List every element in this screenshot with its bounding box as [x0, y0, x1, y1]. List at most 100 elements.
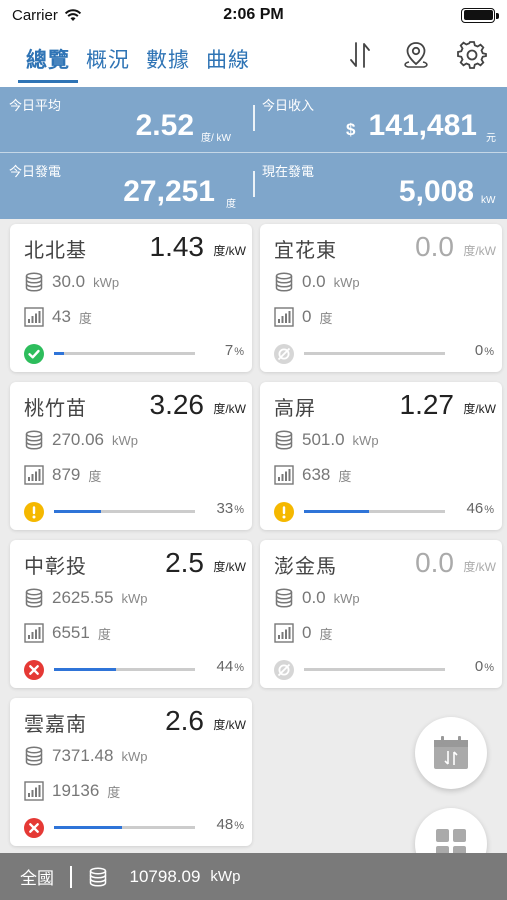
region-capacity-value: 0.0 [302, 272, 326, 291]
region-card[interactable]: 澎金馬 0.0 度/kW 0.0 kWp 0 度 0% [260, 540, 502, 688]
gear-icon[interactable] [455, 38, 489, 72]
tab-overview[interactable]: 總覽 [18, 39, 78, 83]
region-energy-unit: 度 [338, 468, 352, 484]
energy-chart-icon [274, 623, 294, 643]
region-energy: 43 度 [24, 307, 92, 327]
region-capacity-unit: kWp [112, 432, 138, 448]
region-percent: 0% [475, 658, 494, 675]
tab-status[interactable]: 概況 [78, 39, 138, 79]
region-progress-fill [54, 826, 122, 829]
percent-sign: % [484, 346, 494, 358]
battery-icon [461, 7, 499, 23]
region-energy: 6551 度 [24, 623, 111, 643]
capacity-icon [24, 430, 44, 450]
region-capacity: 2625.55 kWp [24, 588, 147, 608]
region-capacity-unit: kWp [93, 274, 120, 290]
summary-panel: 今日平均 2.52 度/ kW 今日收入 $ 141,481 元 今日發電 27… [0, 87, 507, 219]
region-progress-fill [54, 352, 64, 355]
region-card[interactable]: 雲嘉南 2.6 度/kW 7371.48 kWp 19136 度 48% [10, 698, 252, 846]
tab-data[interactable]: 數據 [138, 39, 198, 79]
offline-icon [274, 344, 294, 364]
warning-circle-icon [24, 502, 44, 522]
capacity-icon [24, 272, 44, 292]
region-capacity-unit: kWp [333, 590, 360, 606]
region-card[interactable]: 中彰投 2.5 度/kW 2625.55 kWp 6551 度 44% [10, 540, 252, 688]
region-yield-value: 1.43 [149, 231, 205, 262]
percent-sign: % [234, 662, 244, 674]
percent-sign: % [234, 820, 244, 832]
region-yield-value: 2.5 [165, 547, 204, 578]
region-card[interactable]: 北北基 1.43 度/kW 30.0 kWp 43 度 7% [10, 224, 252, 372]
region-percent-value: 7 [224, 342, 234, 359]
region-name: 宜花東 [274, 240, 337, 262]
region-capacity-value: 501.0 [302, 430, 345, 449]
today-income: 今日收入 $ 141,481 元 [253, 87, 507, 153]
region-progress-bar [304, 668, 445, 671]
region-energy-value: 19136 [52, 781, 100, 800]
region-card[interactable]: 高屏 1.27 度/kW 501.0 kWp 638 度 46% [260, 382, 502, 530]
region-capacity: 501.0 kWp [274, 430, 379, 450]
region-energy-value: 638 [302, 465, 331, 484]
today-income-value: 141,481 [368, 109, 477, 142]
tab-bar: 總覽 概況 數據 曲線 [18, 30, 258, 87]
footer-bar: 全國 10798.09 kWp [0, 853, 507, 900]
region-capacity-unit: kWp [333, 274, 360, 290]
region-yield-unit: 度/kW [213, 560, 246, 574]
region-energy-unit: 度 [78, 310, 92, 326]
region-percent: 33% [217, 500, 244, 517]
region-capacity-unit: kWp [121, 590, 148, 606]
warning-circle-icon [274, 502, 294, 522]
region-name: 高屏 [274, 398, 316, 420]
footer-divider [70, 865, 72, 888]
capacity-icon [24, 588, 44, 608]
region-name: 澎金馬 [274, 556, 337, 578]
today-generation-unit: 度 [226, 199, 236, 210]
today-generation-label: 今日發電 [9, 164, 62, 179]
region-capacity: 0.0 kWp [274, 588, 360, 608]
region-energy: 19136 度 [24, 781, 120, 801]
map-pin-icon[interactable] [399, 38, 433, 72]
region-energy-unit: 度 [319, 310, 333, 326]
today-income-currency: $ [346, 120, 356, 139]
today-average-unit: 度/ kW [201, 133, 231, 144]
capacity-icon [24, 746, 44, 766]
footer-region: 全國 [20, 869, 54, 888]
current-generation-value: 5,008 [398, 175, 474, 208]
region-percent-value: 48 [216, 816, 234, 833]
region-card[interactable]: 桃竹苗 3.26 度/kW 270.06 kWp 879 度 33% [10, 382, 252, 530]
footer-capacity-value: 10798.09 [129, 866, 201, 886]
error-circle-icon [24, 818, 44, 838]
region-progress-bar [54, 352, 195, 355]
region-energy-unit: 度 [107, 784, 121, 800]
region-name: 中彰投 [24, 556, 87, 578]
region-capacity: 7371.48 kWp [24, 746, 147, 766]
region-capacity: 30.0 kWp [24, 272, 119, 292]
region-percent: 44% [217, 658, 244, 675]
region-progress-bar [304, 510, 445, 513]
region-percent-value: 44 [216, 658, 234, 675]
capacity-icon [274, 588, 294, 608]
energy-chart-icon [24, 465, 44, 485]
today-average-label: 今日平均 [9, 98, 62, 113]
region-percent: 7% [225, 342, 244, 359]
region-percent-value: 0 [474, 342, 484, 359]
region-yield-unit: 度/kW [463, 244, 496, 258]
region-progress-fill [304, 510, 369, 513]
nav-actions [343, 38, 489, 72]
region-progress-bar [54, 510, 195, 513]
calendar-button[interactable] [415, 717, 487, 789]
region-card[interactable]: 宜花東 0.0 度/kW 0.0 kWp 0 度 0% [260, 224, 502, 372]
error-circle-icon [24, 660, 44, 680]
energy-chart-icon [24, 781, 44, 801]
calendar-icon [434, 736, 468, 769]
region-percent: 0% [475, 342, 494, 359]
wifi-icon [64, 9, 81, 21]
region-yield-unit: 度/kW [213, 718, 246, 732]
energy-chart-icon [274, 307, 294, 327]
region-energy-unit: 度 [88, 468, 102, 484]
region-energy-value: 6551 [52, 623, 90, 642]
region-percent: 46% [467, 500, 494, 517]
sort-arrows-icon[interactable] [343, 38, 377, 72]
tab-curves[interactable]: 曲線 [198, 39, 258, 79]
today-average-value: 2.52 [135, 109, 194, 142]
